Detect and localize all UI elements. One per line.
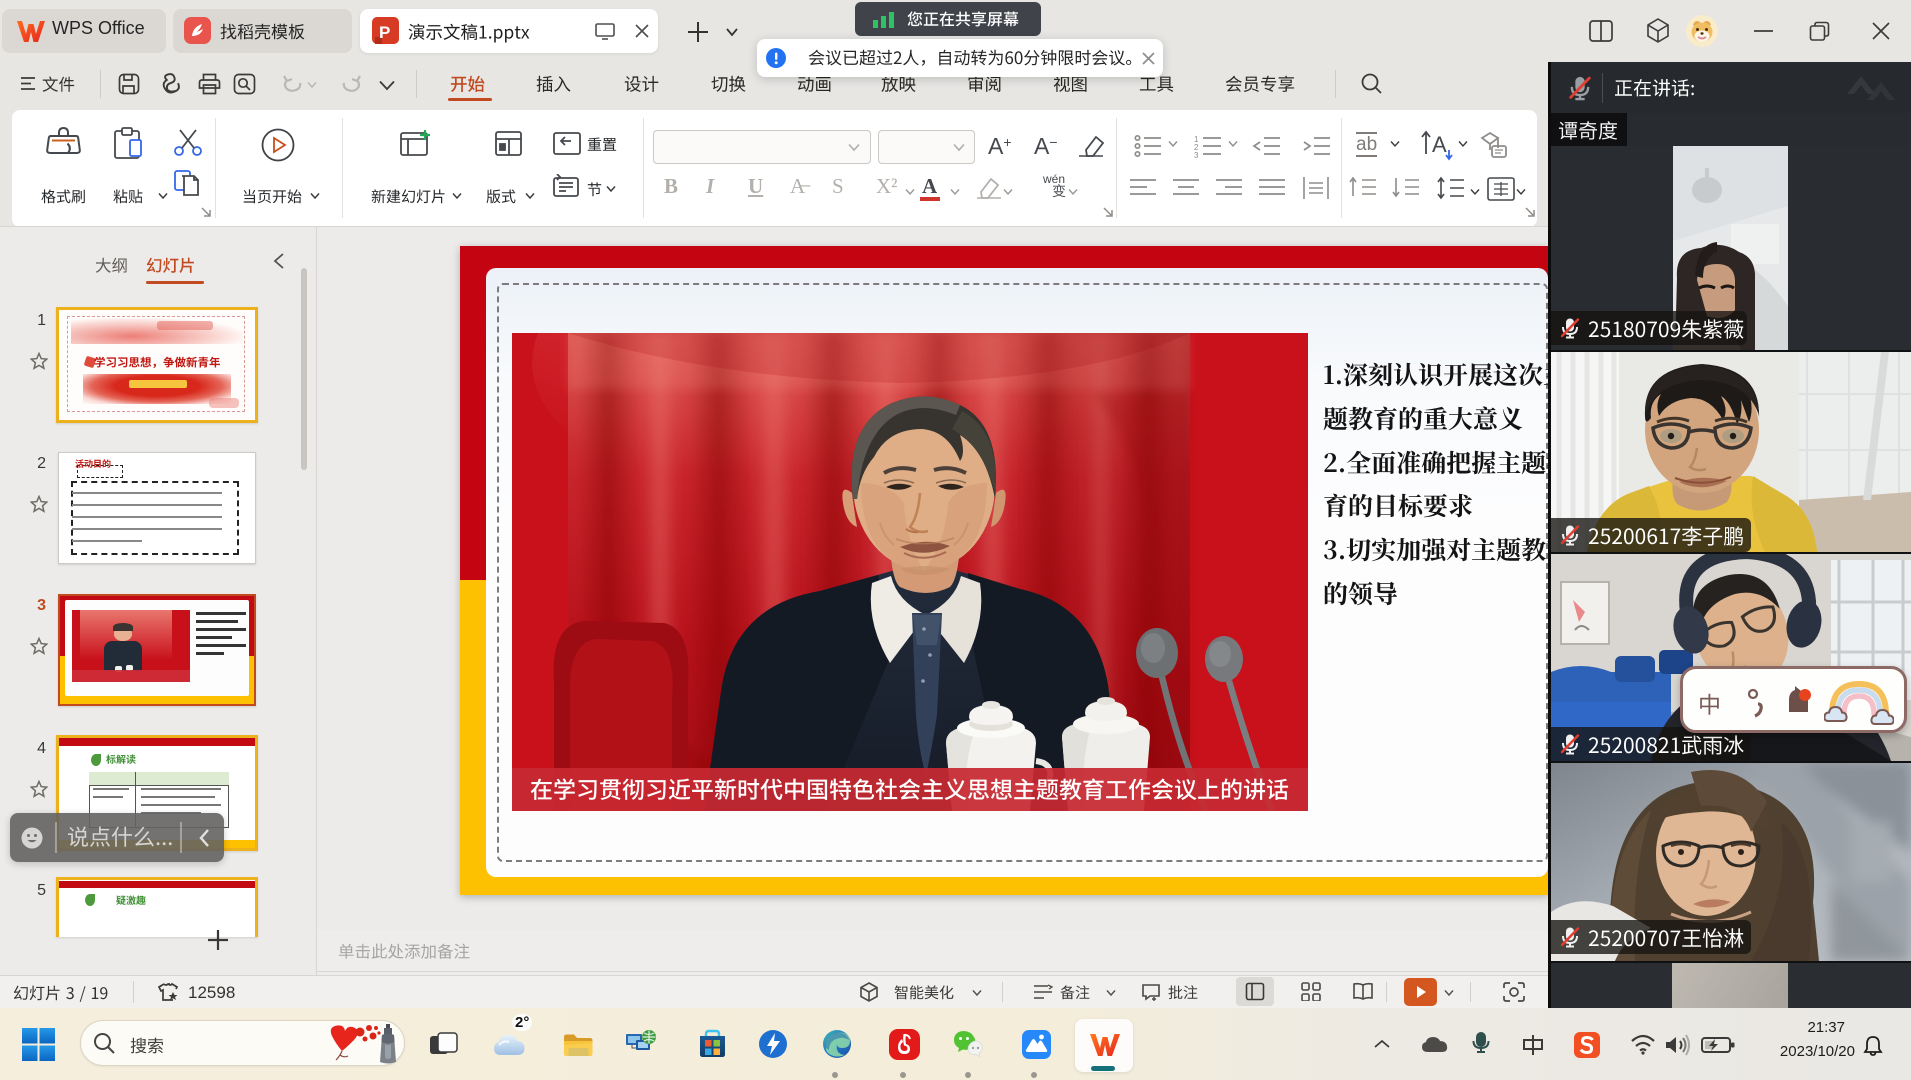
svg-text:P: P — [379, 23, 390, 42]
svg-text:A: A — [1432, 132, 1447, 157]
svg-text:3: 3 — [1194, 151, 1199, 158]
